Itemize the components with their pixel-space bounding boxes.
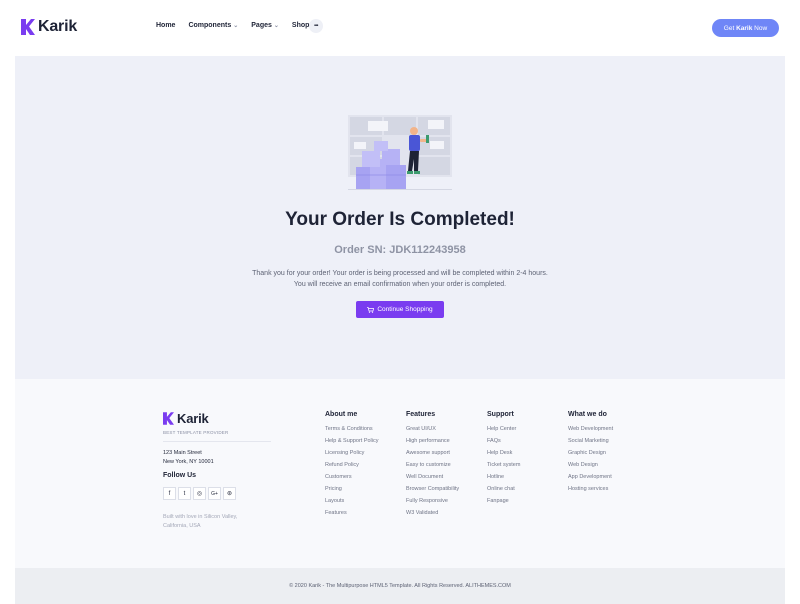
footer-link[interactable]: Refund Policy — [325, 459, 379, 471]
site-footer: Karik BEST TEMPLATE PROVIDER 123 Main St… — [15, 379, 785, 568]
footer-link[interactable]: Customers — [325, 471, 379, 483]
page-title: Your Order Is Completed! — [285, 209, 515, 230]
order-complete-section: Your Order Is Completed! Order SN: JDK11… — [15, 56, 785, 379]
cta-suffix: Now — [754, 24, 768, 32]
footer-link[interactable]: Web Design — [568, 459, 613, 471]
google-plus-icon[interactable]: G+ — [208, 487, 221, 500]
footer-logo-text: Karik — [177, 411, 209, 426]
footer-column-about: About me Terms & Conditions Help & Suppo… — [325, 411, 379, 519]
continue-shopping-label: Continue Shopping — [377, 306, 433, 313]
instagram-icon[interactable]: ◎ — [193, 487, 206, 500]
footer-link[interactable]: W3 Validated — [406, 507, 459, 519]
footer-link[interactable]: Help Desk — [487, 447, 520, 459]
footer-column-title: What we do — [568, 411, 607, 418]
footer-link[interactable]: Layouts — [325, 495, 379, 507]
delivery-man-with-boxes-illustration — [348, 115, 452, 190]
footer-link[interactable]: Licensing Policy — [325, 447, 379, 459]
footer-column-features: Features Great UI/UX High performance Aw… — [406, 411, 459, 519]
address-line: 123 Main Street — [163, 450, 202, 456]
footer-link[interactable]: Online chat — [487, 483, 520, 495]
footer-link[interactable]: Hotline — [487, 471, 520, 483]
nav-item-home[interactable]: Home — [156, 22, 175, 29]
nav-item-components[interactable]: Components ⌄ — [188, 22, 238, 29]
footer-divider — [163, 441, 271, 442]
chevron-down-icon: ⌄ — [233, 23, 239, 29]
footer-link[interactable]: App Development — [568, 471, 613, 483]
chevron-down-icon: ⌄ — [273, 23, 279, 29]
address-line: New York, NY 10001 — [163, 459, 214, 465]
footer-link[interactable]: Help & Support Policy — [325, 435, 379, 447]
order-message: Thank you for your order! Your order is … — [15, 268, 785, 290]
order-sn-label: Order SN: — [334, 244, 387, 256]
social-links: f t ◎ G+ ⊛ — [163, 487, 236, 500]
cta-brand: Karik — [736, 24, 753, 32]
nav-item-label: Home — [156, 22, 176, 29]
built-line: California, USA — [163, 522, 201, 529]
footer-link[interactable]: Terms & Conditions — [325, 423, 379, 435]
footer-link[interactable]: FAQs — [487, 435, 520, 447]
footer-link[interactable]: Web Development — [568, 423, 613, 435]
footer-built-with-love: Built with love in Silicon Valley, Calif… — [163, 513, 253, 530]
site-header: Karik Home Components ⌄ Pages ⌄ Shop ⌄ •… — [0, 0, 800, 56]
footer-address: 123 Main Street New York, NY 10001 — [163, 449, 214, 467]
logo-mark-icon — [21, 19, 35, 35]
footer-column-title: About me — [325, 411, 358, 418]
footer-column-what-we-do: What we do Web Development Social Market… — [568, 411, 613, 495]
copyright-text: © 2020 Karik - The Multipurpose HTML5 Te… — [289, 583, 511, 589]
site-logo[interactable]: Karik — [21, 18, 77, 36]
footer-link[interactable]: Great UI/UX — [406, 423, 459, 435]
dribbble-icon[interactable]: ⊛ — [223, 487, 236, 500]
footer-tagline: BEST TEMPLATE PROVIDER — [163, 430, 229, 435]
footer-link[interactable]: Browser Compatibility — [406, 483, 459, 495]
order-message-line: Thank you for your order! Your order is … — [252, 270, 548, 277]
footer-column-support: Support Help Center FAQs Help Desk Ticke… — [487, 411, 520, 507]
footer-column-title: Support — [487, 411, 514, 418]
nav-item-label: Pages — [251, 22, 272, 29]
order-sn-value: JDK112243958 — [389, 244, 466, 256]
footer-logo[interactable]: Karik — [163, 411, 209, 426]
footer-link[interactable]: Social Marketing — [568, 435, 613, 447]
order-message-line: You will receive an email confirmation w… — [293, 281, 507, 288]
footer-link[interactable]: Well Document — [406, 471, 459, 483]
facebook-icon[interactable]: f — [163, 487, 176, 500]
get-karik-now-button[interactable]: Get Karik Now — [712, 19, 779, 37]
order-sn: Order SN: JDK112243958 — [15, 244, 785, 256]
continue-shopping-button[interactable]: Continue Shopping — [356, 301, 444, 318]
twitter-icon[interactable]: t — [178, 487, 191, 500]
footer-link[interactable]: Fanpage — [487, 495, 520, 507]
copyright-bar: © 2020 Karik - The Multipurpose HTML5 Te… — [15, 568, 785, 604]
follow-us-heading: Follow Us — [163, 472, 197, 479]
cta-prefix: Get — [723, 24, 735, 32]
nav-item-label: Shop — [291, 22, 310, 29]
footer-link[interactable]: Ticket system — [487, 459, 520, 471]
footer-link[interactable]: High performance — [406, 435, 459, 447]
footer-link[interactable]: Hosting services — [568, 483, 613, 495]
more-menu-button[interactable]: ••• — [309, 19, 323, 33]
logo-mark-icon — [163, 412, 174, 425]
nav-item-pages[interactable]: Pages ⌄ — [251, 22, 279, 29]
footer-link[interactable]: Help Center — [487, 423, 520, 435]
nav-item-label: Components — [188, 22, 232, 29]
cart-icon — [367, 306, 375, 313]
main-nav: Home Components ⌄ Pages ⌄ Shop ⌄ — [156, 22, 329, 29]
footer-column-title: Features — [406, 411, 436, 418]
footer-link[interactable]: Pricing — [325, 483, 379, 495]
footer-link[interactable]: Features — [325, 507, 379, 519]
logo-text: Karik — [38, 18, 78, 35]
built-line: Built with love in Silicon Valley, — [163, 514, 238, 520]
footer-link[interactable]: Graphic Design — [568, 447, 613, 459]
more-dots-icon: ••• — [314, 22, 318, 29]
footer-link[interactable]: Awesome support — [406, 447, 459, 459]
footer-link[interactable]: Fully Responsive — [406, 495, 459, 507]
footer-link[interactable]: Easy to customize — [406, 459, 459, 471]
